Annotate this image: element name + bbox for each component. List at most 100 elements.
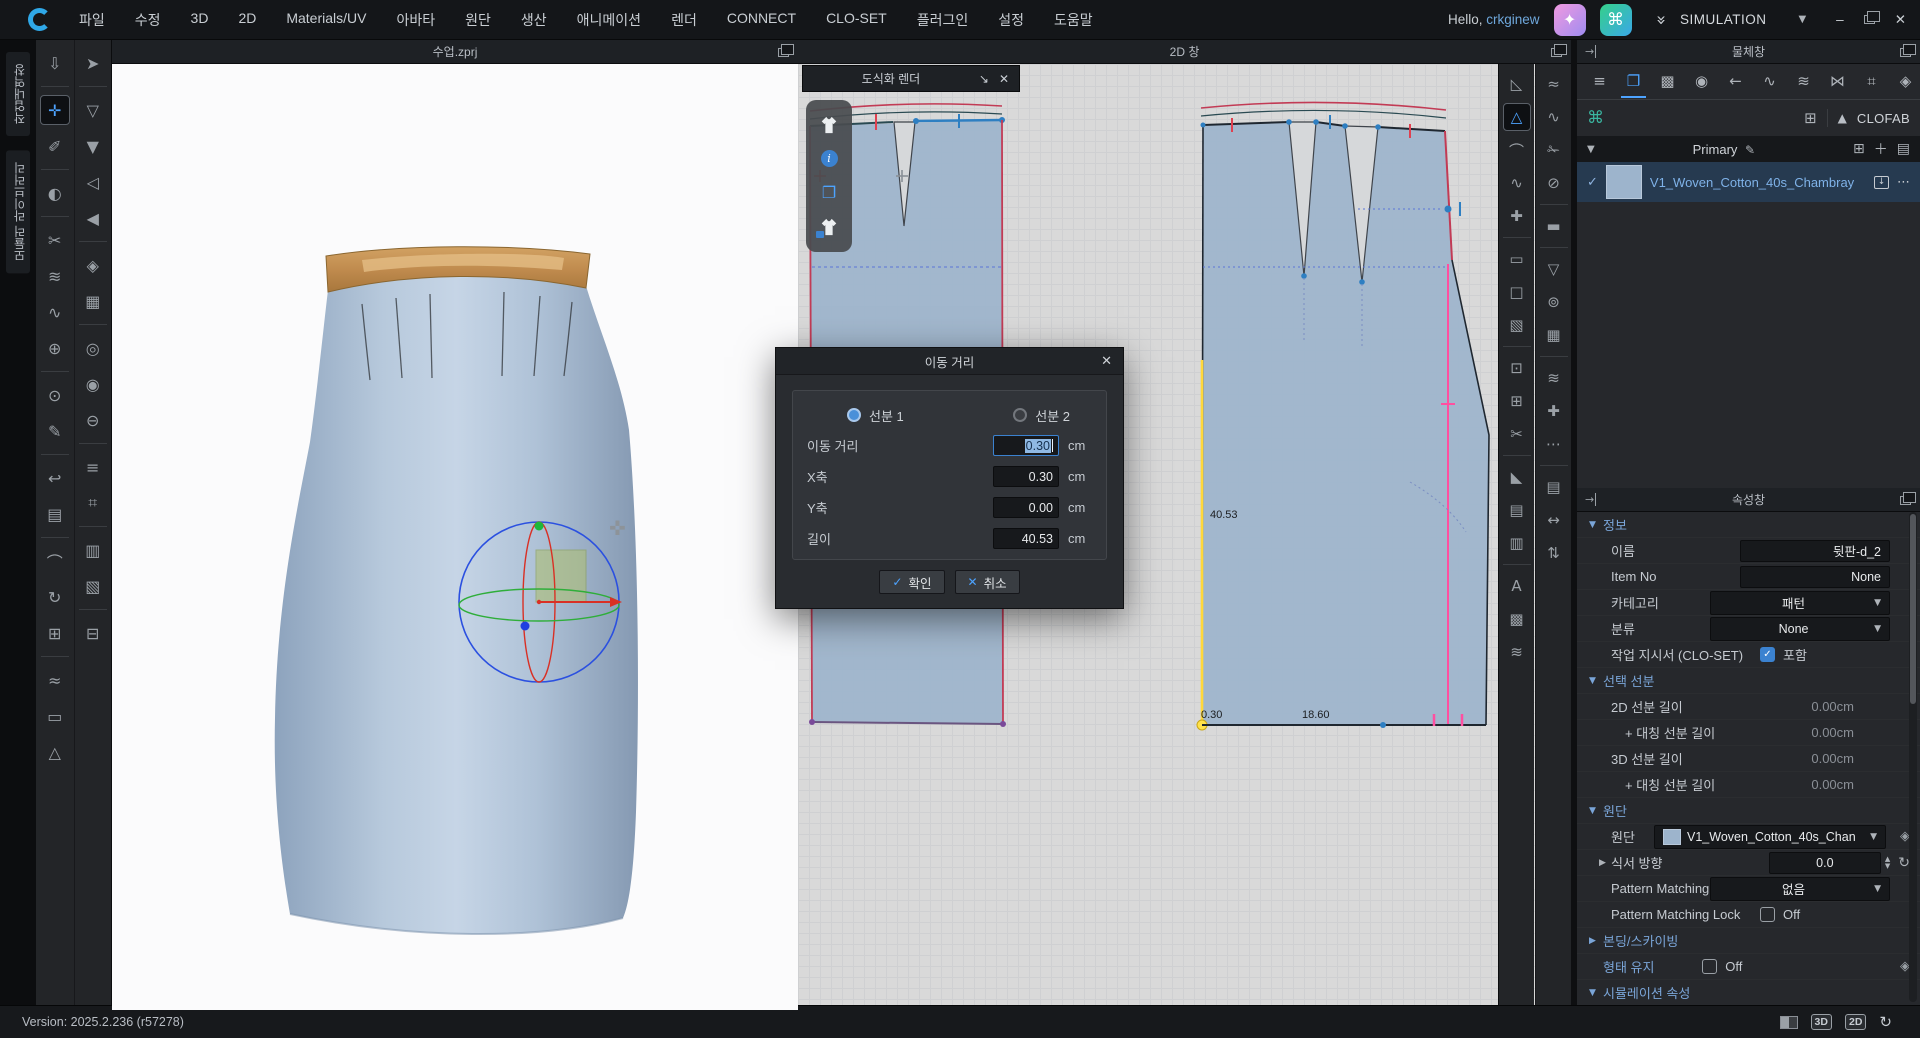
- itemno-input[interactable]: None: [1740, 566, 1890, 588]
- cut-sew-icon[interactable]: ✂: [1503, 420, 1531, 448]
- edit-curvature-icon[interactable]: ⌒: [1503, 136, 1531, 164]
- spinner-arrows[interactable]: ▲▼: [1885, 856, 1890, 870]
- fabric-list-item[interactable]: ✓ V1_Woven_Cotton_40s_Chambray ↓ ⋯: [1577, 162, 1920, 202]
- dart-icon[interactable]: ▧: [1503, 311, 1531, 339]
- split-view-icon[interactable]: [1780, 1016, 1798, 1029]
- float-window-icon[interactable]: [778, 48, 789, 57]
- clofab-label[interactable]: CLOFAB: [1857, 111, 1910, 126]
- puckering-tab-icon[interactable]: ≋: [1791, 66, 1816, 98]
- segment-sewing-2d-icon[interactable]: ≈: [1540, 70, 1568, 98]
- ruler-icon[interactable]: ▭: [40, 701, 70, 731]
- ruler-2d-icon[interactable]: ▥: [1503, 529, 1531, 557]
- drape-fit-icon[interactable]: ◀: [78, 203, 108, 233]
- menu-item-생산[interactable]: 생산: [521, 10, 547, 30]
- 3d-view-toggle[interactable]: 3D: [1811, 1014, 1832, 1030]
- buttonhole-icon[interactable]: ⊖: [78, 405, 108, 435]
- close-render-icon[interactable]: ✕: [999, 72, 1009, 86]
- arrow-tab-icon[interactable]: ←: [1723, 66, 1748, 98]
- edit-pattern-icon[interactable]: △: [1503, 103, 1531, 131]
- arrangement-points-icon[interactable]: ▤: [40, 499, 70, 529]
- wrap-rotate-icon[interactable]: ↻: [40, 582, 70, 612]
- download-fabric-icon[interactable]: ↓: [1874, 176, 1889, 189]
- grain-input[interactable]: 0.0: [1769, 852, 1881, 874]
- fabric-select[interactable]: V1_Woven_Cotton_40s_Chan▼: [1654, 825, 1886, 849]
- schematic-render-window[interactable]: 도식화 렌더 ↘ ✕: [802, 65, 1020, 92]
- notch-icon[interactable]: ◣: [1503, 463, 1531, 491]
- annotation-icon[interactable]: ▩: [1503, 605, 1531, 633]
- add-fabric-file-icon[interactable]: ⊞: [1804, 109, 1817, 127]
- menu-item-도움말[interactable]: 도움말: [1054, 10, 1093, 30]
- clo-set-link-icon[interactable]: ⌘: [1587, 108, 1604, 128]
- edit-curve-point-icon[interactable]: ∿: [1503, 169, 1531, 197]
- pattern-piece-back[interactable]: [1197, 115, 1489, 730]
- stretch-icon[interactable]: ↔: [1540, 506, 1568, 534]
- fold-arrangement-icon[interactable]: ↩: [40, 463, 70, 493]
- class-select[interactable]: None▼: [1710, 617, 1890, 641]
- history-panel-tab[interactable]: 작업내역창: [6, 52, 30, 136]
- menu-item-플러그인[interactable]: 플러그인: [917, 10, 969, 30]
- tape-measure-icon[interactable]: ≈: [40, 665, 70, 695]
- pattern-matching-select[interactable]: 없음▼: [1710, 877, 1890, 901]
- rect-pattern-icon[interactable]: □: [1503, 278, 1531, 306]
- pin-icon[interactable]: ⊙: [40, 380, 70, 410]
- menu-item-애니메이션[interactable]: 애니메이션: [577, 10, 641, 30]
- pen-3d-icon[interactable]: ✎: [40, 416, 70, 446]
- fabric-roll-select-icon[interactable]: ▥: [78, 535, 108, 565]
- wrap-cylinder-icon[interactable]: ⌒: [40, 546, 70, 576]
- simulate-icon[interactable]: ⇩: [40, 48, 70, 78]
- section-arrow-icon[interactable]: ▼: [1589, 676, 1599, 686]
- menu-item-clo-set[interactable]: CLO-SET: [826, 10, 887, 30]
- menu-item-원단[interactable]: 원단: [465, 10, 491, 30]
- sewing-edit-2d-icon[interactable]: ✁: [1540, 136, 1568, 164]
- button-icon[interactable]: ◉: [78, 369, 108, 399]
- segment2-radio[interactable]: [1013, 408, 1027, 422]
- float-window-icon[interactable]: [1551, 48, 1562, 57]
- section-arrow-icon[interactable]: ▼: [1589, 806, 1599, 816]
- pattern-matching-lock-checkbox[interactable]: [1760, 907, 1775, 922]
- dock-window-icon[interactable]: ↘: [979, 72, 989, 86]
- add-fabric-icon[interactable]: ⊞: [1853, 141, 1865, 157]
- clone-pattern-icon[interactable]: ⊞: [1503, 387, 1531, 415]
- plus-icon[interactable]: ＋: [1874, 139, 1888, 159]
- zipper-select-icon[interactable]: ≡: [78, 452, 108, 482]
- fabric-spray-icon[interactable]: ⊚: [1540, 288, 1568, 316]
- fabric-more-icon[interactable]: ⋯: [1897, 175, 1910, 190]
- minimize-button[interactable]: –: [1836, 12, 1844, 27]
- trace-icon[interactable]: ⊡: [1503, 354, 1531, 382]
- fabric-swatch[interactable]: [1606, 165, 1642, 199]
- username-link[interactable]: crkginew: [1486, 12, 1539, 27]
- squeeze-icon[interactable]: ⊟: [78, 618, 108, 648]
- info-icon[interactable]: i: [821, 150, 838, 167]
- accessory-tab-icon[interactable]: ◈: [1893, 66, 1918, 98]
- clo-set-button[interactable]: ⌘: [1600, 4, 1632, 36]
- collapse-panel-icon[interactable]: →: [1585, 493, 1596, 506]
- texture-checker-icon[interactable]: ▦: [78, 286, 108, 316]
- fabric-view-icon[interactable]: ❐: [822, 183, 836, 202]
- select-mesh-icon[interactable]: ✐: [40, 131, 70, 161]
- garment-lock-icon[interactable]: [818, 217, 840, 237]
- menu-item-아바타[interactable]: 아바타: [396, 10, 435, 30]
- dialog-close-icon[interactable]: ✕: [1101, 354, 1112, 369]
- folder-icon[interactable]: ▤: [1897, 141, 1910, 157]
- restore-button[interactable]: [1864, 15, 1875, 24]
- button-select-icon[interactable]: ◎: [78, 333, 108, 363]
- layer-icon[interactable]: ⇅: [1540, 539, 1568, 567]
- garment-fit-icon[interactable]: ▽: [1540, 255, 1568, 283]
- sewing-detach-icon[interactable]: ⊘: [1540, 169, 1568, 197]
- button-tab-icon[interactable]: ◉: [1689, 66, 1714, 98]
- menu-item-2d[interactable]: 2D: [238, 10, 256, 30]
- refresh-icon[interactable]: ↻: [1879, 1013, 1892, 1031]
- shirring-icon[interactable]: ≋: [1540, 364, 1568, 392]
- bow-tab-icon[interactable]: ⋈: [1825, 66, 1850, 98]
- close-button[interactable]: ✕: [1895, 12, 1906, 28]
- fabric-group-header[interactable]: ▼ Primary ✎ ⊞ ＋ ▤: [1577, 136, 1920, 162]
- menu-item-파일[interactable]: 파일: [79, 10, 105, 30]
- modular-library-tab[interactable]: 모듈러 라이브러리: [6, 150, 30, 273]
- section-arrow-icon[interactable]: ▶: [1589, 936, 1599, 946]
- transform-pattern-icon[interactable]: ◺: [1503, 70, 1531, 98]
- drape-side-icon[interactable]: ◁: [78, 167, 108, 197]
- ai-wand-button[interactable]: ✦: [1554, 4, 1586, 36]
- menu-item-materials-uv[interactable]: Materials/UV: [286, 10, 366, 30]
- free-sewing-icon[interactable]: ∿: [40, 297, 70, 327]
- avatar-display-icon[interactable]: ⊞: [40, 618, 70, 648]
